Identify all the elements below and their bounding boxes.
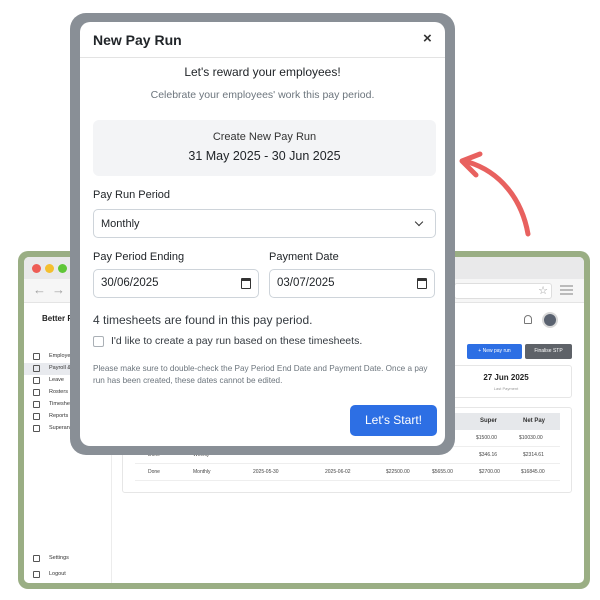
column-header-net-pay: Net Pay xyxy=(523,418,546,424)
address-bar[interactable]: ☆ xyxy=(454,283,552,299)
bell-icon[interactable] xyxy=(524,315,532,324)
modal-title: New Pay Run xyxy=(93,32,182,48)
finalise-stp-button[interactable]: Finalise STP xyxy=(525,344,572,359)
curved-arrow-icon xyxy=(459,151,531,237)
users-icon xyxy=(33,353,40,360)
roster-icon xyxy=(33,389,40,396)
new-pay-run-modal: New Pay Run × Let's reward your employee… xyxy=(80,22,445,446)
back-arrow-icon[interactable]: ← xyxy=(33,282,46,298)
pay-run-period-value: Monthly xyxy=(101,218,140,230)
modal-header: New Pay Run × xyxy=(80,22,445,58)
forward-arrow-icon[interactable]: → xyxy=(52,282,65,298)
sidebar-item-label: Leave xyxy=(49,377,64,383)
table-cell: $22500.00 xyxy=(386,469,410,475)
pay-run-date-range: 31 May 2025 - 30 Jun 2025 xyxy=(188,149,341,163)
sidebar-item-label: Reports xyxy=(49,413,69,419)
chevron-down-icon xyxy=(414,217,424,227)
browser-menu-icon[interactable] xyxy=(560,285,573,295)
table-row[interactable]: Done Monthly 2025-05-30 2025-06-02 $2250… xyxy=(135,464,560,481)
date-warning-note: Please make sure to double-check the Pay… xyxy=(93,364,428,385)
sidebar-item-label: Settings xyxy=(49,555,69,561)
use-timesheets-label[interactable]: I'd like to create a pay run based on th… xyxy=(111,335,362,347)
last-payment-date: 27 Jun 2025 xyxy=(483,373,529,382)
calendar-icon xyxy=(33,377,40,384)
table-cell: $5655.00 xyxy=(432,469,453,475)
pay-run-period-select[interactable]: Monthly xyxy=(93,209,436,238)
payment-date-value: 03/07/2025 xyxy=(277,277,335,289)
table-cell: $2700.00 xyxy=(479,469,500,475)
calendar-icon[interactable] xyxy=(417,278,427,289)
screenshot-stage: ← → ☆ Better P Employees Payroll & Leave Ro… xyxy=(0,0,600,600)
pay-period-ending-value: 30/06/2025 xyxy=(101,277,159,289)
sidebar-item-logout[interactable]: Logout xyxy=(24,569,112,581)
table-cell: 2025-05-30 xyxy=(253,469,279,475)
new-pay-run-button[interactable]: + New pay run xyxy=(467,344,522,359)
avatar[interactable] xyxy=(542,312,558,328)
table-cell: $16845.00 xyxy=(521,469,545,475)
payment-date-label: Payment Date xyxy=(269,251,339,263)
logout-icon xyxy=(33,571,40,578)
calendar-icon[interactable] xyxy=(241,278,251,289)
table-cell: $10030.00 xyxy=(519,435,543,441)
table-cell: Done xyxy=(148,469,160,475)
lets-start-button[interactable]: Let's Start! xyxy=(350,405,437,436)
gear-icon xyxy=(33,555,40,562)
wallet-icon xyxy=(33,365,40,372)
pay-period-ending-input[interactable]: 30/06/2025 xyxy=(93,269,259,298)
sidebar-item-label: Logout xyxy=(49,571,66,577)
reward-heading: Let's reward your employees! xyxy=(184,65,341,79)
pay-period-ending-label: Pay Period Ending xyxy=(93,251,185,263)
brand-name: Better P xyxy=(42,314,73,323)
clipboard-icon xyxy=(33,401,40,408)
sidebar-item-settings[interactable]: Settings xyxy=(24,553,112,565)
close-icon[interactable]: × xyxy=(423,31,432,47)
sidebar-item-label: Payroll & xyxy=(49,365,72,371)
table-cell: $1500.00 xyxy=(476,435,497,441)
create-pay-run-label: Create New Pay Run xyxy=(212,131,317,143)
minimize-window-dot[interactable] xyxy=(45,264,54,273)
maximize-window-dot[interactable] xyxy=(58,264,67,273)
sidebar-item-label: Rosters xyxy=(49,389,68,395)
table-cell: Monthly xyxy=(193,469,211,475)
create-pay-run-summary: Create New Pay Run 31 May 2025 - 30 Jun … xyxy=(93,120,436,176)
pay-run-period-label: Pay Run Period xyxy=(93,189,171,201)
shield-icon xyxy=(33,425,40,432)
table-cell: $346.16 xyxy=(479,452,498,458)
reward-subheading: Celebrate your employees' work this pay … xyxy=(150,89,375,101)
table-cell: 2025-06-02 xyxy=(325,469,351,475)
close-window-dot[interactable] xyxy=(32,264,41,273)
timesheets-found-text: 4 timesheets are found in this pay perio… xyxy=(93,313,313,327)
report-icon xyxy=(33,413,40,420)
table-cell: $2314.61 xyxy=(523,452,544,458)
last-payment-caption: Last Payment xyxy=(493,386,519,391)
bookmark-star-icon[interactable]: ☆ xyxy=(538,284,548,298)
column-header-super: Super xyxy=(480,418,498,424)
use-timesheets-checkbox[interactable] xyxy=(93,336,104,347)
payment-date-input[interactable]: 03/07/2025 xyxy=(269,269,435,298)
